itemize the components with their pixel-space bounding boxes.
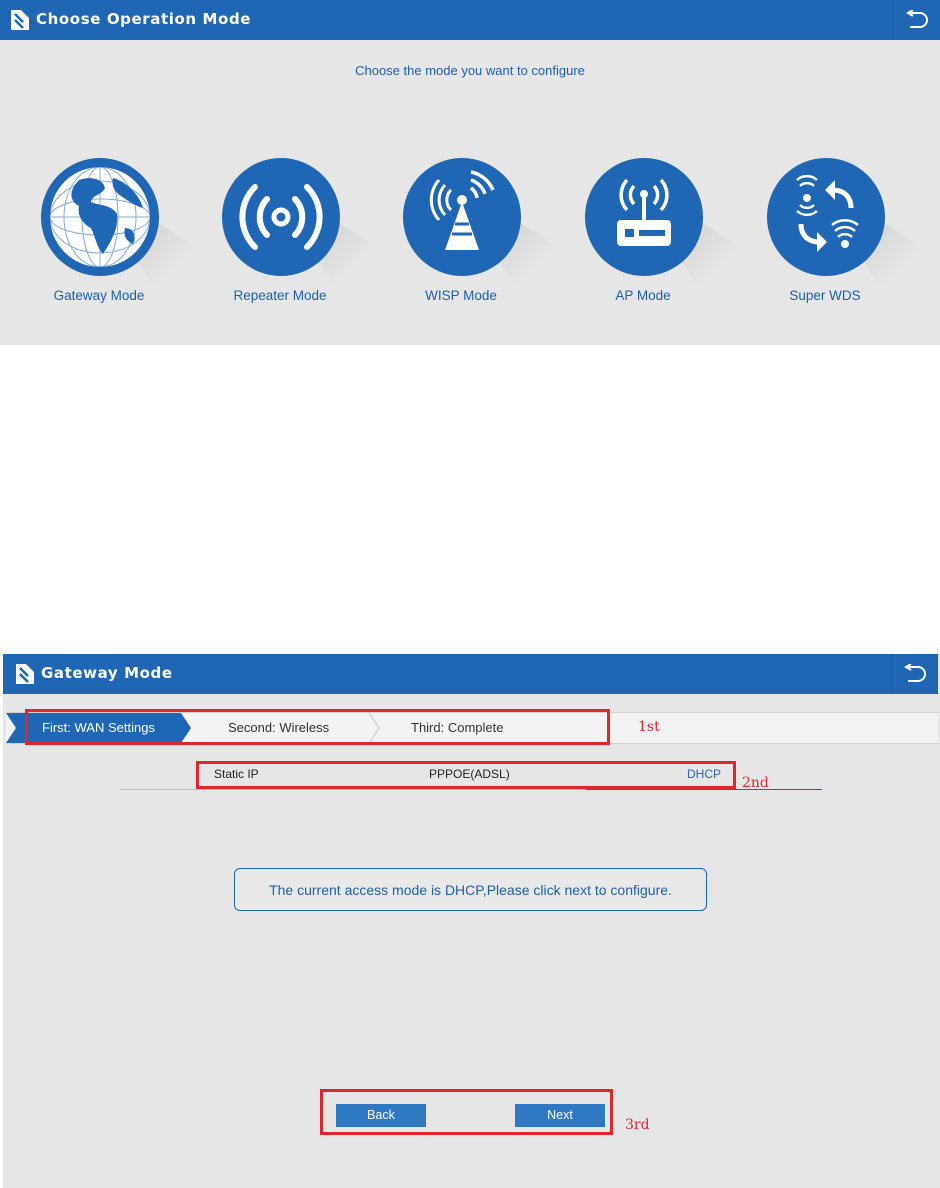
annotation-label-2: 2nd	[742, 775, 769, 791]
mode-label-repeater: Repeater Mode	[233, 288, 327, 303]
page-title: Gateway Mode	[41, 664, 173, 682]
choose-operation-mode-panel: Choose Operation Mode Choose the mode yo…	[0, 0, 940, 345]
app-logo-icon	[16, 664, 34, 684]
router-icon	[617, 178, 671, 246]
annotation-box-2	[196, 761, 736, 789]
mode-option-gateway[interactable]: Gateway Mode	[19, 151, 211, 311]
mode-option-super-wds[interactable]: Super WDS	[745, 151, 937, 311]
back-button[interactable]	[893, 0, 940, 40]
back-button[interactable]	[891, 654, 938, 694]
signal-waves-icon	[239, 184, 323, 250]
mode-circle	[585, 158, 703, 276]
mode-option-wisp[interactable]: WISP Mode	[381, 151, 573, 311]
annotation-label-1: 1st	[638, 719, 660, 735]
mode-circle	[41, 158, 159, 276]
globe-icon	[49, 166, 151, 268]
mode-circle	[222, 158, 340, 276]
mode-circle	[767, 158, 885, 276]
mode-option-ap[interactable]: AP Mode	[563, 151, 755, 311]
mode-circle	[403, 158, 521, 276]
gateway-mode-panel: Gateway Mode First: WAN Settings Second:…	[3, 654, 940, 1188]
mode-label-super-wds: Super WDS	[789, 288, 861, 303]
return-arrow-icon	[906, 10, 928, 28]
annotation-box-3	[320, 1089, 613, 1135]
mode-label-ap: AP Mode	[615, 288, 671, 303]
antenna-tower-icon	[429, 170, 495, 250]
wds-exchange-icon	[796, 175, 859, 252]
title-bar: Choose Operation Mode	[0, 0, 940, 40]
page-subtitle: Choose the mode you want to configure	[355, 63, 585, 78]
status-message: The current access mode is DHCP,Please c…	[234, 868, 707, 911]
title-bar: Gateway Mode	[3, 654, 938, 694]
annotation-box-1	[25, 709, 610, 745]
mode-label-wisp: WISP Mode	[425, 288, 497, 303]
app-logo-icon	[11, 10, 29, 30]
tabs-active-indicator	[586, 789, 822, 790]
return-arrow-icon	[904, 664, 926, 682]
mode-label-gateway: Gateway Mode	[53, 288, 145, 303]
annotation-label-3: 3rd	[625, 1117, 650, 1133]
mode-option-repeater[interactable]: Repeater Mode	[200, 151, 392, 311]
page-title: Choose Operation Mode	[36, 10, 252, 28]
